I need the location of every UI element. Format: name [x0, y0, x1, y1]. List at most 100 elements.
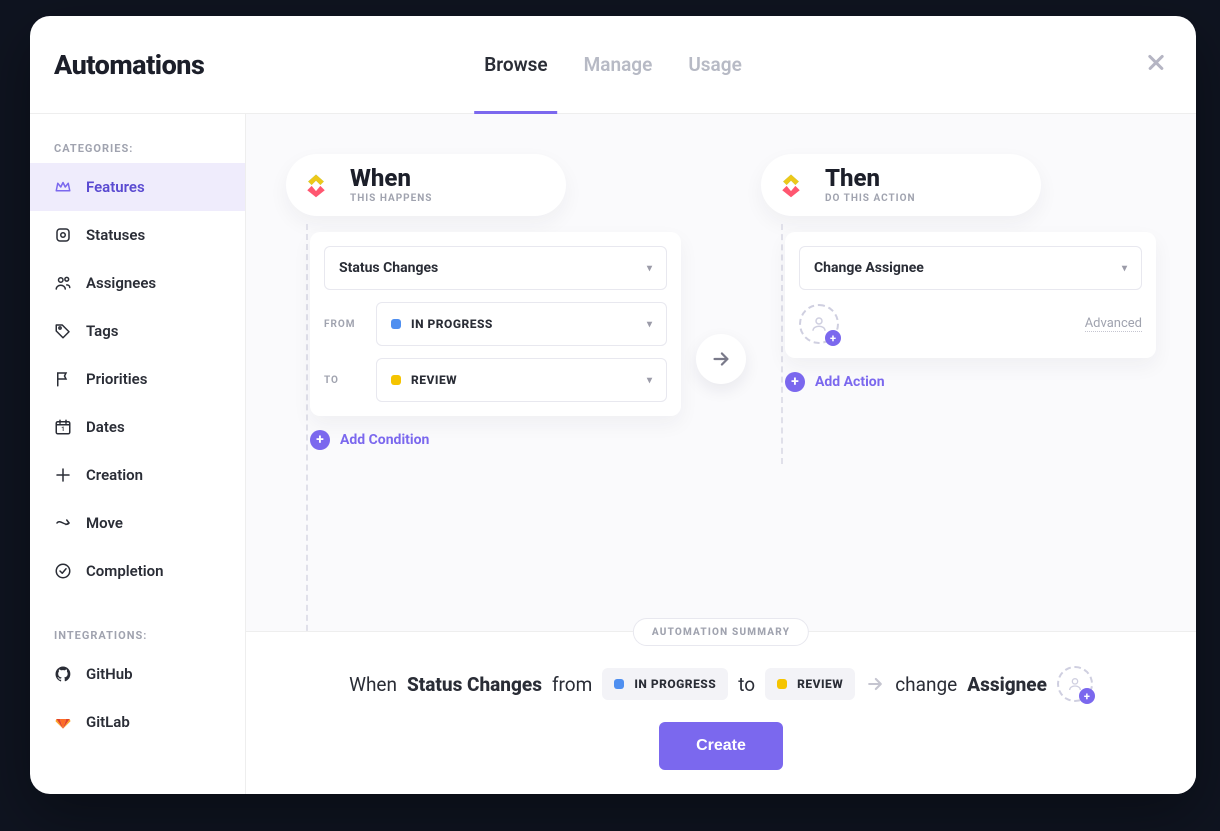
status-icon: [54, 226, 72, 244]
flag-icon: [54, 370, 72, 388]
to-status-select[interactable]: REVIEW ▾: [376, 358, 667, 402]
status-dot-from: [391, 319, 401, 329]
main-panel: When THIS HAPPENS Status Changes ▾ FROM: [246, 114, 1196, 794]
then-title: Then: [825, 166, 916, 190]
crown-icon: [54, 178, 72, 196]
add-action-button[interactable]: + Add Action: [785, 372, 1156, 392]
tab-usage[interactable]: Usage: [688, 16, 741, 113]
create-button[interactable]: Create: [659, 722, 783, 770]
sidebar-item-label: Tags: [86, 322, 119, 340]
summary-badge: AUTOMATION SUMMARY: [633, 618, 809, 646]
sidebar-item-label: Dates: [86, 418, 125, 436]
advanced-link[interactable]: Advanced: [1085, 316, 1142, 332]
connector-line: [306, 224, 308, 661]
plus-circle-icon: +: [785, 372, 805, 392]
flow-arrow: [696, 334, 746, 384]
status-dot-to: [391, 375, 401, 385]
modal-body: CATEGORIES: Features Statuses Assignees: [30, 114, 1196, 794]
summary-from: from: [552, 673, 592, 696]
sidebar-item-label: Move: [86, 514, 123, 532]
action-value: Change Assignee: [814, 260, 924, 276]
summary-assignee: Assignee: [967, 673, 1047, 696]
to-status-value: REVIEW: [411, 373, 457, 387]
summary-from-chip: IN PROGRESS: [602, 668, 728, 700]
add-condition-label: Add Condition: [340, 432, 429, 448]
add-action-label: Add Action: [815, 374, 885, 390]
add-condition-button[interactable]: + Add Condition: [310, 430, 681, 450]
sidebar-item-label: Completion: [86, 562, 164, 580]
svg-text:1: 1: [61, 426, 64, 433]
chevron-down-icon: ▾: [647, 375, 652, 386]
categories-label: CATEGORIES:: [30, 132, 245, 163]
automation-builder: When THIS HAPPENS Status Changes ▾ FROM: [246, 114, 1196, 631]
sidebar-item-label: Statuses: [86, 226, 145, 244]
tab-browse[interactable]: Browse: [484, 16, 547, 113]
tab-manage[interactable]: Manage: [584, 16, 653, 113]
status-dot: [777, 679, 787, 689]
sidebar-item-label: Creation: [86, 466, 143, 484]
from-label: FROM: [324, 319, 364, 330]
summary-to: to: [738, 673, 755, 696]
sidebar-item-move[interactable]: Move: [30, 499, 245, 547]
when-subtitle: THIS HAPPENS: [350, 193, 432, 204]
connector-line: [781, 224, 783, 464]
trigger-value: Status Changes: [339, 260, 438, 276]
summary-text: When Status Changes from IN PROGRESS to …: [276, 666, 1166, 702]
sidebar-item-label: Features: [86, 178, 145, 196]
sidebar-item-github[interactable]: GitHub: [30, 650, 245, 698]
sidebar-item-label: Assignees: [86, 274, 156, 292]
sidebar-item-tags[interactable]: Tags: [30, 307, 245, 355]
mini-plus-icon: +: [825, 330, 841, 346]
to-label: TO: [324, 375, 364, 386]
clickup-logo-icon: [771, 165, 811, 205]
then-column: Then DO THIS ACTION Change Assignee ▾: [721, 154, 1196, 631]
summary-panel: AUTOMATION SUMMARY When Status Changes f…: [246, 631, 1196, 794]
automations-modal: Automations Browse Manage Usage CATEGORI…: [30, 16, 1196, 794]
plus-icon: [54, 466, 72, 484]
when-header: When THIS HAPPENS: [286, 154, 566, 216]
sidebar-item-label: Priorities: [86, 370, 147, 388]
tag-icon: [54, 322, 72, 340]
sidebar-item-creation[interactable]: Creation: [30, 451, 245, 499]
sidebar-item-assignees[interactable]: Assignees: [30, 259, 245, 307]
from-status-value: IN PROGRESS: [411, 317, 493, 331]
github-icon: [54, 665, 72, 683]
add-assignee-button[interactable]: +: [799, 304, 839, 344]
sidebar-item-label: GitHub: [86, 665, 133, 683]
summary-to-chip: REVIEW: [765, 668, 855, 700]
sidebar-item-priorities[interactable]: Priorities: [30, 355, 245, 403]
sidebar-item-gitlab[interactable]: GitLab: [30, 698, 245, 746]
people-icon: [54, 274, 72, 292]
arrow-right-icon: [865, 674, 885, 694]
trigger-select[interactable]: Status Changes ▾: [324, 246, 667, 290]
sidebar-item-statuses[interactable]: Statuses: [30, 211, 245, 259]
then-subtitle: DO THIS ACTION: [825, 193, 916, 204]
sidebar-item-label: GitLab: [86, 713, 130, 731]
when-column: When THIS HAPPENS Status Changes ▾ FROM: [246, 154, 721, 631]
page-title: Automations: [30, 49, 204, 81]
check-circle-icon: [54, 562, 72, 580]
action-card: Change Assignee ▾ + Advanced: [785, 232, 1156, 358]
summary-assignee-avatar[interactable]: +: [1057, 666, 1093, 702]
sidebar: CATEGORIES: Features Statuses Assignees: [30, 114, 246, 794]
sidebar-item-features[interactable]: Features: [30, 163, 245, 211]
gitlab-icon: [54, 713, 72, 731]
action-select[interactable]: Change Assignee ▾: [799, 246, 1142, 290]
sidebar-item-completion[interactable]: Completion: [30, 547, 245, 595]
modal-header: Automations Browse Manage Usage: [30, 16, 1196, 114]
summary-when: When: [349, 673, 397, 696]
chevron-down-icon: ▾: [647, 319, 652, 330]
mini-plus-icon: +: [1079, 688, 1095, 704]
header-tabs: Browse Manage Usage: [484, 16, 742, 113]
summary-change: change: [895, 673, 957, 696]
chevron-down-icon: ▾: [1122, 263, 1127, 274]
clickup-logo-icon: [296, 165, 336, 205]
from-status-select[interactable]: IN PROGRESS ▾: [376, 302, 667, 346]
plus-circle-icon: +: [310, 430, 330, 450]
close-icon[interactable]: [1146, 52, 1166, 72]
when-title: When: [350, 166, 432, 190]
summary-trigger: Status Changes: [407, 673, 542, 696]
chevron-down-icon: ▾: [647, 263, 652, 274]
sidebar-item-dates[interactable]: 1 Dates: [30, 403, 245, 451]
integrations-label: INTEGRATIONS:: [30, 619, 245, 650]
